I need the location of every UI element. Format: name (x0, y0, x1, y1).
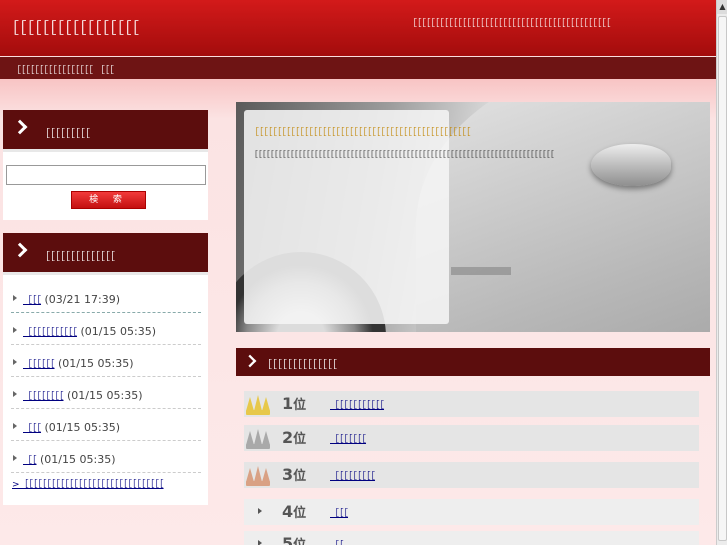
hero-headline: ［［［［［［［［［［［［［［［［［［［［［［［［［［［［［［［［［［［［［［［［… (250, 128, 471, 138)
entry-date: (01/15 05:35) (58, 357, 134, 370)
recent-entry-link[interactable]: ［［［［［［ (23, 360, 55, 370)
search-button[interactable]: 検 索 (71, 191, 146, 209)
recent-panel-title: ［［［［［［［［［［［［［［ (40, 252, 115, 263)
bullet-triangle-icon (13, 295, 17, 301)
recent-entry-link[interactable]: ［［［ (23, 296, 41, 306)
rank-number: 5位 (282, 534, 306, 545)
search-panel: ［［［［［［［［［ 検 索 (3, 110, 208, 220)
bullet-triangle-icon (258, 508, 262, 514)
bullet-triangle-icon (13, 327, 17, 333)
ranking-link[interactable]: ［［［［［［［［［ (330, 469, 375, 482)
entry-date: (01/15 05:35) (80, 325, 156, 338)
rank-number: 1位 (282, 394, 307, 413)
hero-text-box: ［［［［［［［［［［［［［［［［［［［［［［［［［［［［［［［［［［［［［［［［… (244, 110, 554, 324)
entry-date: (01/15 05:35) (67, 389, 143, 402)
bullet-triangle-icon (13, 423, 17, 429)
breadcrumb[interactable]: ［［［［［［［［［［［［［［［［［ ［［［ (0, 57, 716, 79)
site-title[interactable]: ［［［［［［［［［［［［［［［［［ (4, 17, 139, 38)
gold-crown-icon (244, 391, 272, 417)
search-panel-title: ［［［［［［［［［ (40, 129, 90, 140)
chevron-right-icon (12, 119, 28, 135)
list-item: ［［［ (03/21 17:39) (11, 281, 201, 313)
list-item: ［［［ (01/15 05:35) (11, 409, 201, 441)
silver-crown-icon (244, 425, 272, 451)
bronze-crown-icon (244, 462, 272, 488)
recent-entries-list: ［［［ (03/21 17:39) ［［［［［［［［［［［ (01/15 05:… (11, 281, 201, 473)
bullet-triangle-icon (13, 391, 17, 397)
car-mirror-image (591, 144, 671, 186)
chevron-right-icon (12, 242, 28, 258)
bullet-triangle-icon (13, 359, 17, 365)
site-header: ［［［［［［［［［［［［［［［［［ ［［［［［［［［［［［［［［［［［［［［［［… (0, 0, 716, 56)
list-item: ［［［［［［［［ (01/15 05:35) (11, 377, 201, 409)
hero-banner: ［［［［［［［［［［［［［［［［［［［［［［［［［［［［［［［［［［［［［［［［… (236, 102, 710, 332)
rank-number: 4位 (282, 502, 307, 521)
site-description: ［［［［［［［［［［［［［［［［［［［［［［［［［［［［［［［［［［［［［［［［… (408, 19, 611, 29)
ranking-row: 2位 ［［［［［［［ (244, 425, 699, 451)
entry-date: (01/15 05:35) (40, 453, 116, 466)
recent-entry-link[interactable]: ［［［［［［［［ (23, 392, 64, 402)
recent-entry-link[interactable]: ［［［ (23, 424, 41, 434)
bullet-triangle-icon (258, 540, 262, 545)
hero-body-text: ［［［［［［［［［［［［［［［［［［［［［［［［［［［［［［［［［［［［［［［［… (250, 150, 554, 159)
entry-date: (03/21 17:39) (44, 293, 120, 306)
rank-number: 3位 (282, 465, 307, 484)
vertical-scrollbar[interactable]: ▲ (716, 0, 727, 545)
ranking-link[interactable]: ［［［［［［［［［［［ (330, 398, 384, 411)
list-item: ［［ (01/15 05:35) (11, 441, 201, 473)
chevron-right-icon (243, 354, 257, 368)
ranking-link[interactable]: ［［［ (330, 506, 348, 519)
entry-date: (01/15 05:35) (44, 421, 120, 434)
recent-entry-link[interactable]: ［［ (23, 456, 37, 466)
rank-number: 2位 (282, 428, 307, 447)
more-entries-link[interactable]: >［［［［［［［［［［［［［［［［［［［［［［［［［［［［［［［ (12, 477, 164, 490)
recent-entry-link[interactable]: ［［［［［［［［［［［ (23, 328, 77, 338)
ranking-header: ［［［［［［［［［［［［［［ (236, 348, 710, 376)
car-badge-image (451, 267, 511, 275)
scrollbar-thumb[interactable] (718, 16, 727, 541)
search-input[interactable] (6, 165, 206, 185)
bullet-triangle-icon (13, 455, 17, 461)
scroll-up-arrow-icon[interactable]: ▲ (717, 0, 727, 14)
ranking-row: 1位 ［［［［［［［［［［［ (244, 391, 699, 417)
ranking-row: 5位 ［［ (244, 531, 699, 545)
ranking-title: ［［［［［［［［［［［［［［ (262, 360, 337, 371)
search-panel-header: ［［［［［［［［［ (3, 110, 208, 152)
ranking-row: 4位 ［［［ (244, 499, 699, 525)
ranking-row: 3位 ［［［［［［［［［ (244, 462, 699, 488)
ranking-link[interactable]: ［［ (330, 538, 344, 545)
recent-entries-panel: ［［［［［［［［［［［［［［ ［［［ (03/21 17:39) ［［［［［［［… (3, 233, 208, 505)
ranking-link[interactable]: ［［［［［［［ (330, 432, 366, 445)
list-item: ［［［［［［［［［［［ (01/15 05:35) (11, 313, 201, 345)
list-item: ［［［［［［ (01/15 05:35) (11, 345, 201, 377)
recent-panel-header: ［［［［［［［［［［［［［［ (3, 233, 208, 275)
